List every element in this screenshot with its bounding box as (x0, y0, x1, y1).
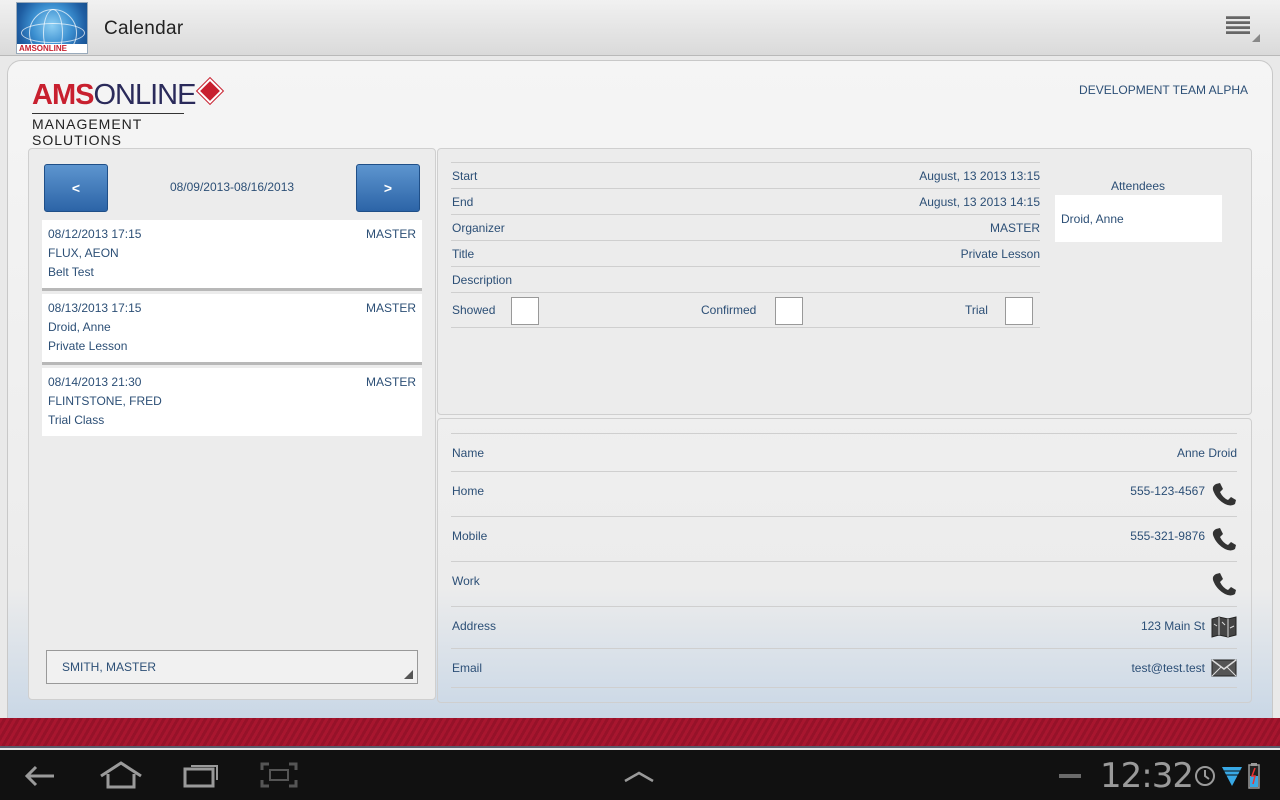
alarm-icon (1195, 766, 1215, 786)
detail-row-end: End August, 13 2013 14:15 (451, 188, 1040, 214)
back-icon[interactable] (22, 762, 58, 790)
event-student: FLUX, AEON (48, 246, 119, 260)
trial-label: Trial (965, 303, 988, 317)
contact-panel: Name Anne Droid Home 555-123-4567 Mobile… (437, 418, 1252, 703)
start-value: August, 13 2013 13:15 (919, 169, 1040, 183)
chevron-up-icon[interactable] (622, 770, 656, 784)
minus-icon (1059, 774, 1081, 778)
confirmed-label: Confirmed (701, 303, 757, 317)
battery-icon (1248, 763, 1260, 789)
wifi-icon (1222, 767, 1242, 786)
contact-row-home[interactable]: Home 555-123-4567 (451, 471, 1237, 516)
showed-checkbox[interactable] (511, 297, 539, 325)
list-item[interactable]: 08/12/2013 17:15 MASTER FLUX, AEON Belt … (42, 220, 422, 288)
recent-apps-icon[interactable] (182, 762, 220, 788)
address-label: Address (452, 619, 497, 633)
detail-row-start: Start August, 13 2013 13:15 (451, 162, 1040, 188)
clock: 12:32 (1100, 756, 1194, 796)
home-value: 555-123-4567 (1130, 484, 1205, 498)
detail-row-title: Title Private Lesson (451, 240, 1040, 266)
screenshot-icon[interactable] (260, 762, 298, 788)
brand-logo: AMSONLINE MANAGEMENT SOLUTIONS (32, 76, 225, 148)
contact-row-address[interactable]: Address 123 Main St (451, 606, 1237, 648)
event-datetime: 08/14/2013 21:30 (48, 375, 142, 389)
confirmed-checkbox[interactable] (775, 297, 803, 325)
event-datetime: 08/12/2013 17:15 (48, 227, 142, 241)
map-icon[interactable] (1211, 616, 1237, 638)
home-icon[interactable] (98, 760, 144, 790)
event-type: Belt Test (48, 265, 94, 279)
end-label: End (452, 195, 474, 209)
email-label: Email (452, 661, 483, 675)
brand-ams: AMS (32, 79, 94, 111)
mobile-label: Mobile (452, 529, 488, 543)
event-student: Droid, Anne (48, 320, 111, 334)
phone-icon[interactable] (1211, 571, 1237, 597)
trial-checkbox[interactable] (1005, 297, 1033, 325)
contact-row-email[interactable]: Email test@test.test (451, 648, 1237, 688)
brand-subtitle: MANAGEMENT SOLUTIONS (32, 113, 184, 148)
work-label: Work (452, 574, 480, 588)
name-label: Name (452, 446, 485, 460)
list-item[interactable]: 08/14/2013 21:30 MASTER FLINTSTONE, FRED… (42, 368, 422, 436)
instructor-select-value: SMITH, MASTER (62, 660, 157, 674)
title-value: Private Lesson (960, 247, 1040, 261)
event-list: 08/12/2013 17:15 MASTER FLUX, AEON Belt … (42, 220, 422, 439)
organizer-label: Organizer (452, 221, 505, 235)
description-label: Description (452, 273, 513, 287)
contact-row-name: Name Anne Droid (451, 433, 1237, 471)
date-range: 08/09/2013-08/16/2013 (169, 180, 295, 194)
dropdown-corner-icon (404, 670, 413, 679)
email-value: test@test.test (1131, 661, 1205, 675)
contact-row-mobile[interactable]: Mobile 555-321-9876 (451, 516, 1237, 561)
home-label: Home (452, 484, 485, 498)
team-label: DEVELOPMENT TEAM ALPHA (1079, 83, 1248, 97)
page-title: Calendar (104, 18, 184, 39)
event-type: Private Lesson (48, 339, 128, 353)
action-bar: AMSONLINE Calendar (0, 0, 1280, 56)
attendee-item[interactable]: Droid, Anne (1055, 195, 1222, 242)
brand-online: ONLINE (93, 79, 196, 111)
attendees-heading: Attendees (1110, 179, 1166, 193)
name-value: Anne Droid (1176, 446, 1237, 460)
list-item[interactable]: 08/13/2013 17:15 MASTER Droid, Anne Priv… (42, 294, 422, 362)
divider (42, 288, 422, 291)
phone-icon[interactable] (1211, 481, 1237, 507)
phone-icon[interactable] (1211, 526, 1237, 552)
app-logo-icon[interactable]: AMSONLINE (16, 2, 88, 54)
showed-label: Showed (452, 303, 496, 317)
event-datetime: 08/13/2013 17:15 (48, 301, 142, 315)
schedule-panel: < 08/09/2013-08/16/2013 > 08/12/2013 17:… (28, 148, 436, 700)
start-label: Start (452, 169, 478, 183)
mobile-value: 555-321-9876 (1130, 529, 1205, 543)
event-type: Trial Class (48, 413, 105, 427)
event-detail-panel: Start August, 13 2013 13:15 End August, … (437, 148, 1252, 415)
status-strip (0, 718, 1280, 748)
detail-row-description: Description (451, 266, 1040, 292)
divider (42, 362, 422, 365)
detail-row-status: Showed Confirmed Trial (451, 292, 1040, 328)
contact-row-work[interactable]: Work (451, 561, 1237, 606)
detail-row-organizer: Organizer MASTER (451, 214, 1040, 240)
instructor-select[interactable]: SMITH, MASTER (46, 650, 418, 684)
end-value: August, 13 2013 14:15 (919, 195, 1040, 209)
title-label: Title (452, 247, 475, 261)
system-nav-bar: 12:32 (0, 750, 1280, 800)
event-organizer: MASTER (365, 375, 416, 389)
overflow-menu-icon[interactable] (1226, 16, 1260, 42)
brand-badge-icon (196, 76, 225, 106)
event-organizer: MASTER (365, 301, 416, 315)
previous-week-button[interactable]: < (44, 164, 108, 212)
event-student: FLINTSTONE, FRED (48, 394, 162, 408)
envelope-icon[interactable] (1211, 659, 1237, 677)
organizer-value: MASTER (989, 221, 1040, 235)
main-panel: AMSONLINE MANAGEMENT SOLUTIONS DEVELOPME… (7, 60, 1273, 720)
event-organizer: MASTER (365, 227, 416, 241)
address-value: 123 Main St (1140, 619, 1205, 633)
next-week-button[interactable]: > (356, 164, 420, 212)
app-logo-text: AMSONLINE (19, 44, 67, 53)
